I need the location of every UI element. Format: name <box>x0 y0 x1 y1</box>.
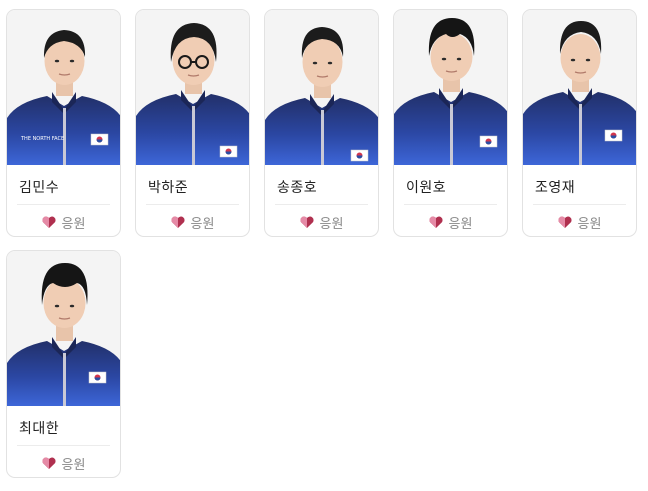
cheer-label: 응원 <box>61 216 86 232</box>
heart-icon <box>41 457 56 469</box>
divider <box>404 204 497 205</box>
athlete-photo[interactable] <box>136 10 249 165</box>
athlete-photo[interactable] <box>523 10 636 165</box>
athlete-card[interactable]: 이원호 응원 <box>393 9 508 237</box>
heart-icon <box>41 216 56 228</box>
athlete-portrait-image <box>394 10 507 165</box>
heart-icon <box>170 216 185 228</box>
cheer-label: 응원 <box>190 216 215 232</box>
cheer-button[interactable]: 응원 <box>136 213 249 232</box>
cheer-label: 응원 <box>448 216 473 232</box>
cheer-label: 응원 <box>61 457 86 473</box>
athlete-card[interactable]: 최대한 응원 <box>6 250 121 478</box>
athlete-name: 송종호 <box>277 180 318 196</box>
athlete-portrait-image <box>523 10 636 165</box>
divider <box>146 204 239 205</box>
cheer-button[interactable]: 응원 <box>523 213 636 232</box>
divider <box>275 204 368 205</box>
divider <box>533 204 626 205</box>
cheer-label: 응원 <box>319 216 344 232</box>
athlete-portrait-image <box>136 10 249 165</box>
heart-icon <box>557 216 572 228</box>
divider <box>17 445 110 446</box>
cheer-button[interactable]: 응원 <box>7 454 120 473</box>
athlete-photo[interactable] <box>7 251 120 406</box>
athlete-photo[interactable]: THE NORTH FACE <box>7 10 120 165</box>
athlete-card[interactable]: 박하준 응원 <box>135 9 250 237</box>
athlete-name: 조영재 <box>535 180 576 196</box>
athlete-photo[interactable] <box>265 10 378 165</box>
cheer-button[interactable]: 응원 <box>394 213 507 232</box>
athlete-portrait-image <box>7 251 120 406</box>
athlete-photo[interactable] <box>394 10 507 165</box>
athlete-card[interactable]: THE NORTH FACE 김민수 응원 <box>6 9 121 237</box>
cheer-button[interactable]: 응원 <box>7 213 120 232</box>
athlete-name: 김민수 <box>19 180 60 196</box>
athlete-card[interactable]: 조영재 응원 <box>522 9 637 237</box>
heart-icon <box>428 216 443 228</box>
athlete-name: 박하준 <box>148 180 189 196</box>
svg-text:THE NORTH FACE: THE NORTH FACE <box>20 136 64 142</box>
athlete-portrait-image <box>265 10 378 165</box>
divider <box>17 204 110 205</box>
cheer-button[interactable]: 응원 <box>265 213 378 232</box>
heart-icon <box>299 216 314 228</box>
athlete-name: 최대한 <box>19 421 60 437</box>
athlete-portrait-image: THE NORTH FACE <box>7 10 120 165</box>
athlete-name: 이원호 <box>406 180 447 196</box>
athlete-card[interactable]: 송종호 응원 <box>264 9 379 237</box>
cheer-label: 응원 <box>577 216 602 232</box>
